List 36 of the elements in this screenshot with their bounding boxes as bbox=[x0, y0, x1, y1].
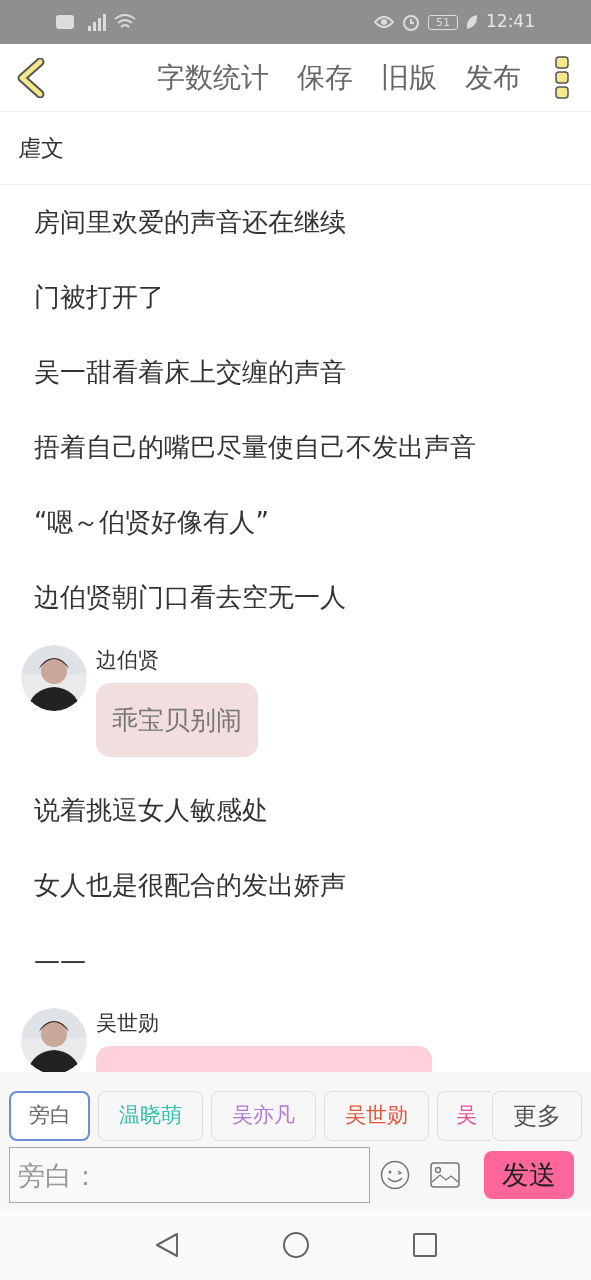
send-button[interactable]: 发送 bbox=[484, 1151, 574, 1199]
speaker-name: 吴世勋 bbox=[96, 1010, 160, 1037]
toolbar-action[interactable]: 旧版 bbox=[381, 56, 437, 99]
document-title: 虐文 bbox=[18, 133, 64, 163]
story-line: “嗯～伯贤好像有人” bbox=[34, 506, 269, 539]
character-chip[interactable]: 吴 bbox=[437, 1091, 491, 1141]
toolbar-action[interactable]: 保存 bbox=[297, 56, 353, 99]
home-nav-icon[interactable] bbox=[282, 1232, 309, 1258]
story-line: 说着挑逗女人敏感处 bbox=[34, 794, 268, 827]
story-line: 门被打开了 bbox=[34, 281, 164, 314]
recents-nav-icon[interactable] bbox=[412, 1233, 437, 1257]
back-icon[interactable] bbox=[16, 57, 46, 98]
toolbar-action[interactable]: 字数统计 bbox=[157, 56, 269, 99]
leaf-icon bbox=[466, 14, 478, 30]
story-line: 捂着自己的嘴巴尽量使自己不发出声音 bbox=[34, 431, 476, 464]
speaker-name: 边伯贤 bbox=[96, 647, 160, 674]
alarm-icon bbox=[402, 13, 420, 31]
story-line: 女人也是很配合的发出娇声 bbox=[34, 869, 346, 902]
eye-icon bbox=[374, 15, 394, 29]
message-bubble: 乖宝贝别闹 bbox=[96, 683, 258, 757]
character-chip[interactable]: 吴世勋 bbox=[324, 1091, 429, 1141]
back-nav-icon[interactable] bbox=[154, 1232, 179, 1258]
battery-icon: 51 bbox=[428, 14, 458, 30]
story-line: 边伯贤朝门口看去空无一人 bbox=[34, 581, 346, 614]
character-chip[interactable]: 吴亦凡 bbox=[211, 1091, 316, 1141]
more-menu-icon[interactable] bbox=[555, 55, 569, 100]
story-line: 吴一甜看着床上交缠的声音 bbox=[34, 356, 346, 389]
emoji-icon[interactable] bbox=[380, 1160, 410, 1190]
image-icon[interactable] bbox=[430, 1162, 460, 1188]
story-line: 房间里欢爱的声音还在继续 bbox=[34, 206, 346, 239]
more-button[interactable]: 更多 bbox=[492, 1091, 582, 1141]
input-field[interactable]: 旁白： bbox=[9, 1147, 370, 1203]
toolbar-action[interactable]: 发布 bbox=[465, 56, 521, 99]
clock: 12:41 bbox=[486, 10, 535, 34]
story-line: —— bbox=[34, 944, 86, 977]
character-chip[interactable]: 旁白 bbox=[9, 1091, 90, 1141]
